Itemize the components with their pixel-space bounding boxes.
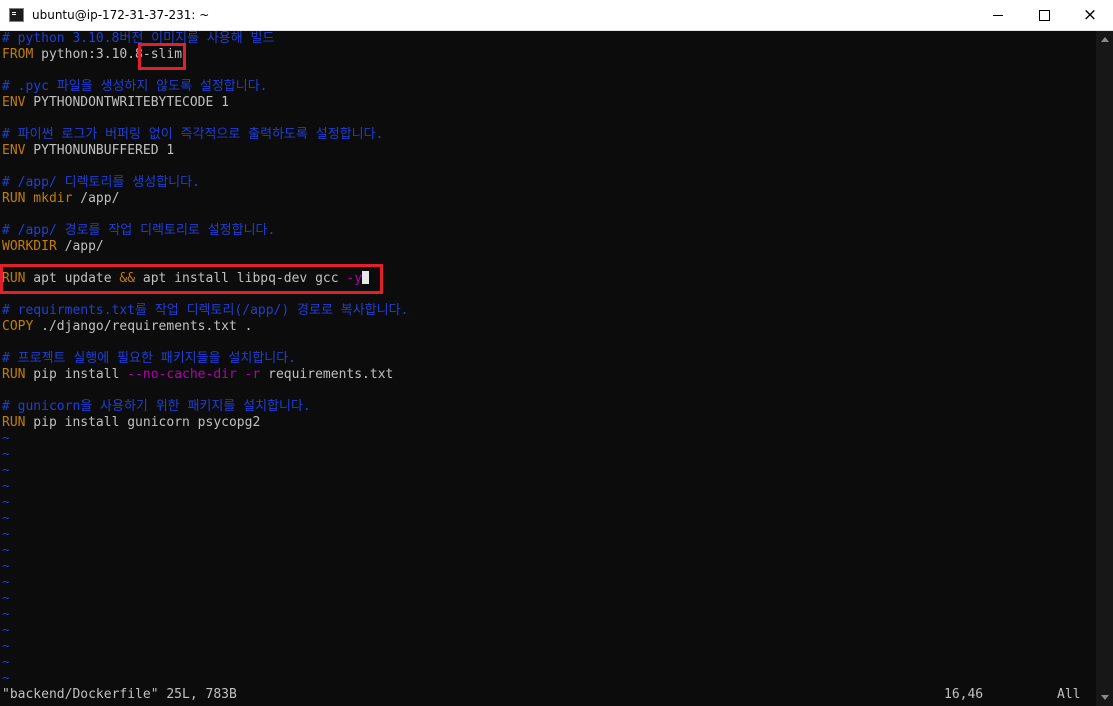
editor-line: # /app/ 디렉토리를 생성합니다. (2, 175, 200, 191)
editor-line: # 프로젝트 실행에 필요한 패키지들을 설치합니다. (2, 351, 296, 367)
code-text: pip install gunicorn psycopg2 (25, 415, 261, 430)
code-comment: # .pyc 파일을 생성하지 않도록 설정합니다. (2, 79, 268, 94)
code-comment: # /app/ 경로를 작업 디렉토리로 설정합니다. (2, 223, 276, 238)
dockerfile-keyword: ENV (2, 95, 26, 110)
dockerfile-keyword: RUN (2, 191, 26, 206)
code-comment: # python 3.10.8버전 이미지를 사용해 빌드 (2, 31, 275, 46)
console-icon (9, 8, 24, 22)
editor-line: # python 3.10.8버전 이미지를 사용해 빌드 (2, 31, 274, 47)
code-comment: # 프로젝트 실행에 필요한 패키지들을 설치합니다. (2, 351, 296, 366)
editor-line: # gunicorn을 사용하기 위한 패키지를 설치합니다. (2, 399, 311, 415)
vertical-scrollbar[interactable] (1096, 31, 1113, 706)
empty-line-tilde: ~ (2, 575, 10, 590)
editor-line: COPY ./django/requirements.txt . (2, 319, 252, 335)
empty-line-tilde: ~ (2, 463, 10, 478)
terminal-editor[interactable]: # python 3.10.8버전 이미지를 사용해 빌드 FROM python… (0, 31, 1096, 706)
code-text: ./django/requirements.txt . (33, 319, 253, 334)
window-titlebar[interactable]: ubuntu@ip-172-31-37-231: ~ × (0, 0, 1113, 31)
empty-line-tilde: ~ (2, 447, 10, 462)
minimize-icon (993, 14, 1003, 16)
empty-line-tilde: ~ (2, 431, 10, 446)
code-text: requirements.txt (260, 367, 394, 382)
code-comment: # gunicorn을 사용하기 위한 패키지를 설치합니다. (2, 399, 311, 414)
dockerfile-keyword: ENV (2, 143, 26, 158)
minimize-button[interactable] (975, 0, 1021, 30)
window-title: ubuntu@ip-172-31-37-231: ~ (32, 8, 210, 22)
shell-flag: -r (244, 367, 261, 382)
maximize-icon (1038, 9, 1050, 21)
editor-line: RUN pip install --no-cache-dir -r requir… (2, 367, 393, 383)
vim-statusline: "backend/Dockerfile" 25L, 783B 16,46 All (0, 686, 1096, 704)
dockerfile-keyword: RUN (2, 271, 26, 286)
empty-line-tilde: ~ (2, 559, 10, 574)
code-text: /app/ (56, 239, 104, 254)
code-text: apt install libpq-dev gcc (135, 271, 347, 286)
scroll-down-button[interactable] (1096, 689, 1113, 706)
dockerfile-keyword: COPY (2, 319, 34, 334)
empty-line-tilde: ~ (2, 623, 10, 638)
empty-line-tilde: ~ (2, 607, 10, 622)
empty-line-tilde: ~ (2, 591, 10, 606)
editor-line: # requirments.txt를 작업 디렉토리(/app/) 경로로 복사… (2, 303, 408, 319)
dockerfile-keyword: RUN (2, 367, 26, 382)
maximize-button[interactable] (1021, 0, 1067, 30)
empty-line-tilde: ~ (2, 527, 10, 542)
code-text: PYTHONUNBUFFERED 1 (25, 143, 175, 158)
editor-line: # 파이썬 로그가 버퍼링 없이 즉각적으로 출력하도록 설정합니다. (2, 127, 383, 143)
empty-line-tilde: ~ (2, 479, 10, 494)
dockerfile-keyword: FROM (2, 47, 34, 62)
code-text: pip install (25, 367, 128, 382)
editor-line: ENV PYTHONUNBUFFERED 1 (2, 143, 174, 159)
close-icon: × (1082, 4, 1098, 25)
empty-line-tilde: ~ (2, 671, 10, 686)
dockerfile-keyword: RUN (2, 415, 26, 430)
code-comment: # requirments.txt를 작업 디렉토리(/app/) 경로로 복사… (2, 303, 409, 318)
scroll-up-button[interactable] (1096, 31, 1113, 48)
shell-flag: -y (346, 271, 363, 286)
code-text: PYTHONDONTWRITEBYTECODE 1 (25, 95, 229, 110)
empty-line-tilde: ~ (2, 511, 10, 526)
close-button[interactable]: × (1067, 0, 1113, 30)
shell-operator: && (119, 271, 136, 286)
status-file-info: "backend/Dockerfile" 25L, 783B (2, 687, 237, 702)
empty-line-tilde: ~ (2, 639, 10, 654)
status-scroll-position: All (1057, 687, 1081, 702)
arrow-up-icon (1100, 37, 1109, 42)
editor-line: RUN pip install gunicorn psycopg2 (2, 415, 260, 431)
arrow-down-icon (1100, 695, 1109, 700)
editor-line: ENV PYTHONDONTWRITEBYTECODE 1 (2, 95, 229, 111)
code-text: /app/ (72, 191, 120, 206)
dockerfile-keyword: WORKDIR (2, 239, 57, 254)
code-text: apt update (25, 271, 120, 286)
text-cursor (362, 271, 370, 284)
code-text: python:3.10.8-slim (33, 47, 183, 62)
empty-line-tilde: ~ (2, 495, 10, 510)
status-cursor-position: 16,46 (944, 687, 984, 702)
shell-command: mkdir (25, 191, 73, 206)
editor-line: FROM python:3.10.8-slim (2, 47, 182, 63)
editor-line: RUN apt update && apt install libpq-dev … (2, 271, 370, 287)
editor-line: WORKDIR /app/ (2, 239, 104, 255)
code-comment: # 파이썬 로그가 버퍼링 없이 즉각적으로 출력하도록 설정합니다. (2, 127, 384, 142)
editor-line: # .pyc 파일을 생성하지 않도록 설정합니다. (2, 79, 268, 95)
editor-line: # /app/ 경로를 작업 디렉토리로 설정합니다. (2, 223, 275, 239)
code-comment: # /app/ 디렉토리를 생성합니다. (2, 175, 200, 190)
empty-line-tilde: ~ (2, 655, 10, 670)
empty-line-tilde: ~ (2, 543, 10, 558)
shell-flag: --no-cache-dir (127, 367, 237, 382)
editor-line: RUN mkdir /app/ (2, 191, 119, 207)
